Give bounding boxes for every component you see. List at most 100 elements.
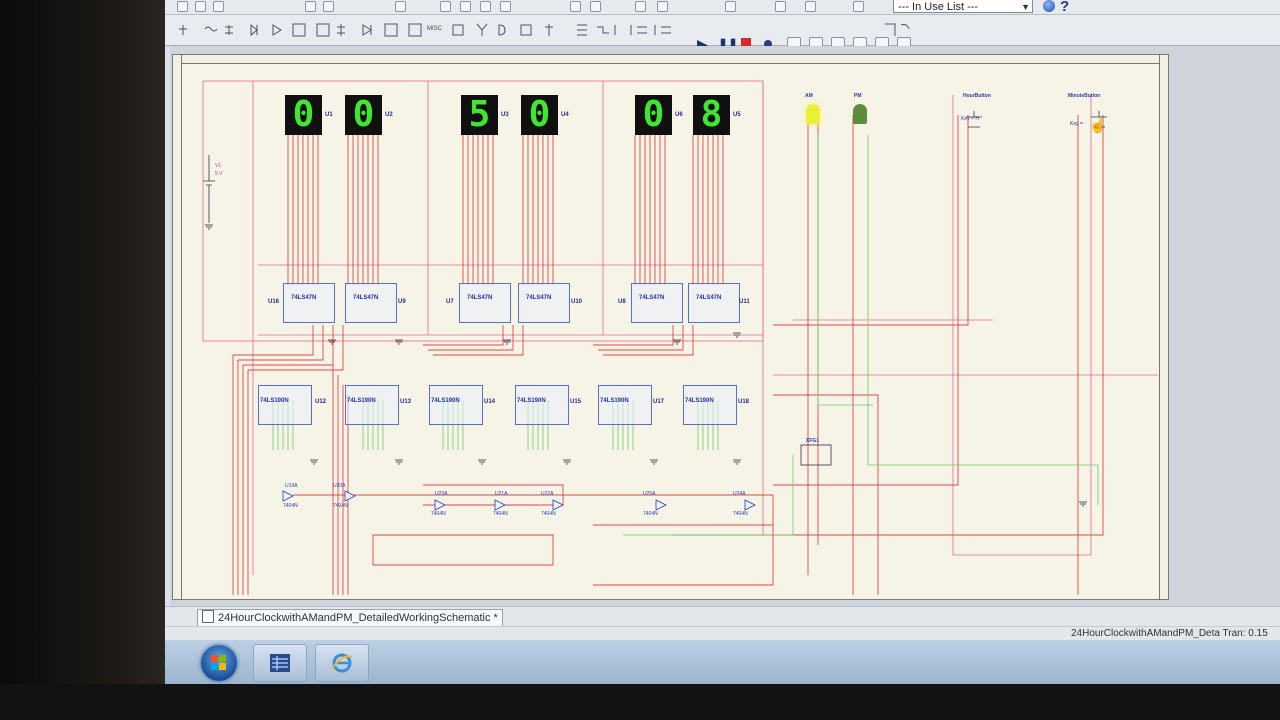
decoder-chip[interactable] [518, 283, 570, 323]
zoom-out-icon[interactable] [460, 1, 471, 12]
counter-part: 74LS190N [260, 398, 289, 404]
counter-chip[interactable] [598, 385, 652, 425]
inverter-part: 7404N [431, 511, 446, 517]
decoder-chip[interactable] [459, 283, 511, 323]
display-ref: U5 [733, 112, 741, 118]
decoder-chip[interactable] [345, 283, 397, 323]
schematic-document-icon [202, 610, 214, 623]
decoder-chip[interactable] [631, 283, 683, 323]
source-ref: V1 [215, 163, 222, 169]
decoder-ref: U9 [398, 299, 406, 305]
decoder-part: 74LS47N [526, 295, 552, 301]
new-icon[interactable] [177, 1, 188, 12]
internet-explorer-icon [331, 653, 353, 673]
seven-segment-display[interactable]: 5 [461, 95, 498, 135]
print-icon[interactable] [305, 1, 316, 12]
decoder-ref: U11 [739, 299, 750, 305]
counter-ref: U14 [484, 399, 496, 405]
status-bar: 24HourClockwithAMandPM_Deta Tran: 0.15 [165, 626, 1280, 641]
workspace: V1 5 V 0 U1 0 U2 5 U3 0 U4 0 U6 8 U5 74L… [170, 46, 1280, 606]
seven-segment-display[interactable]: 0 [285, 95, 322, 135]
button-key: Key = [1070, 121, 1083, 127]
schematic-wires [202, 80, 1158, 595]
seven-segment-display[interactable]: 0 [521, 95, 558, 135]
led-label: PM [854, 93, 862, 99]
multisim-taskbar-button[interactable] [253, 644, 307, 682]
start-button[interactable] [201, 645, 237, 681]
counter-chip[interactable] [429, 385, 483, 425]
document-tab-bar: 24HourClockwithAMandPM_DetailedWorkingSc… [165, 606, 1280, 628]
internet-explorer-taskbar-button[interactable] [315, 644, 369, 682]
pm-led-icon[interactable] [853, 104, 867, 124]
postprocessor-icon[interactable] [725, 1, 736, 12]
generator-ref: XFG1 [806, 438, 820, 444]
counter-chip[interactable] [258, 385, 312, 425]
database-icon[interactable] [635, 1, 646, 12]
display-digit: 0 [292, 94, 315, 135]
inverter-ref: U22A [541, 491, 554, 497]
undo-icon[interactable] [323, 1, 334, 12]
display-ref: U2 [385, 112, 393, 118]
counter-part: 74LS190N [347, 398, 376, 404]
display-ref: U1 [325, 112, 333, 118]
rules-icon[interactable] [775, 1, 786, 12]
inverter-ref: U20A [333, 483, 346, 489]
am-led-icon[interactable] [806, 104, 820, 124]
decoder-ref: U16 [268, 299, 280, 305]
decoder-ref: U10 [571, 299, 583, 305]
chevron-down-icon: ▼ [1021, 2, 1030, 12]
grapher-icon[interactable] [570, 1, 581, 12]
seven-segment-display[interactable]: 8 [693, 95, 730, 135]
monitor-bezel-left [0, 0, 168, 720]
status-text: 24HourClockwithAMandPM_Deta Tran: 0.15 [1071, 628, 1268, 639]
decoder-chip[interactable] [283, 283, 335, 323]
cut-icon[interactable] [395, 1, 406, 12]
inverter-part: 7404N [541, 511, 556, 517]
zoom-area-icon[interactable] [480, 1, 491, 12]
source-value: 5 V [215, 171, 223, 177]
led-label: AM [805, 93, 813, 99]
zoom-fit-icon[interactable] [500, 1, 511, 12]
button-label: MinuteButton [1068, 93, 1101, 99]
spreadsheet-icon[interactable] [590, 1, 601, 12]
inverter-part: 7404N [643, 511, 658, 517]
schematic-sheet[interactable]: V1 5 V 0 U1 0 U2 5 U3 0 U4 0 U6 8 U5 74L… [172, 54, 1169, 600]
decoder-part: 74LS47N [639, 295, 665, 301]
display-ref: U3 [501, 112, 509, 118]
display-digit: 5 [468, 94, 491, 135]
document-tab-label: 24HourClockwithAMandPM_DetailedWorkingSc… [218, 612, 498, 624]
misc-label: MISC [427, 26, 442, 32]
counter-chip[interactable] [345, 385, 399, 425]
inverter-ref: U19A [285, 483, 298, 489]
counter-chip[interactable] [515, 385, 569, 425]
component-icon[interactable] [657, 1, 668, 12]
zoom-in-icon[interactable] [440, 1, 451, 12]
globe-icon[interactable] [1043, 0, 1055, 12]
counter-chip[interactable] [683, 385, 737, 425]
display-digit: 0 [528, 94, 551, 135]
seven-segment-display[interactable]: 0 [345, 95, 382, 135]
counter-ref: U13 [400, 399, 412, 405]
decoder-chip[interactable] [688, 283, 740, 323]
decoder-part: 74LS47N [353, 295, 379, 301]
counter-ref: U18 [738, 399, 750, 405]
counter-part: 74LS190N [517, 398, 546, 404]
in-use-list-dropdown[interactable]: --- In Use List --- ▼ [893, 0, 1033, 13]
inverter-part: 7404N [283, 503, 298, 509]
decoder-part: 74LS47N [696, 295, 722, 301]
display-digit: 0 [352, 94, 375, 135]
save-icon[interactable] [213, 1, 224, 12]
help-icon[interactable]: ? [1060, 0, 1069, 15]
monitor-bezel-bottom [0, 684, 1280, 720]
windows-logo-icon [211, 655, 227, 671]
decoder-part: 74LS47N [291, 295, 317, 301]
transfer-icon[interactable] [853, 1, 864, 12]
multisim-app-icon [270, 654, 290, 672]
open-icon[interactable] [195, 1, 206, 12]
edit-icon[interactable] [805, 1, 816, 12]
counter-ref: U17 [653, 399, 665, 405]
inverter-ref: U25A [643, 491, 656, 497]
seven-segment-display[interactable]: 0 [635, 95, 672, 135]
component-toolbar: MISC ▶ ❚❚ [165, 15, 1280, 52]
inverter-ref: U23A [435, 491, 448, 497]
